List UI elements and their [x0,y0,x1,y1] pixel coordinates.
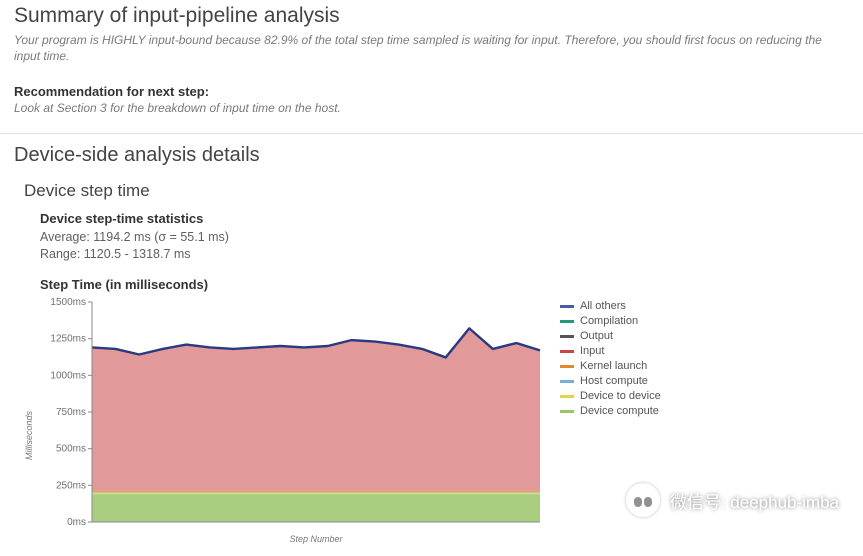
legend-swatch [560,335,574,338]
legend-label: Input [580,345,604,357]
recommendation-text: Look at Section 3 for the breakdown of i… [14,101,849,115]
summary-title: Summary of input-pipeline analysis [14,4,849,28]
legend-label: Kernel launch [580,360,647,372]
legend-swatch [560,395,574,398]
step-time-chart: 0ms250ms500ms750ms1000ms1250ms1500msStep… [36,298,546,548]
legend-item: Host compute [560,375,661,387]
legend-swatch [560,365,574,368]
chart-plot: 0ms250ms500ms750ms1000ms1250ms1500msStep… [36,298,546,548]
legend-swatch [560,410,574,413]
details-title: Device-side analysis details [14,144,849,167]
chart-row: Milliseconds 0ms 250ms 500ms 750ms 1000ms 125… [24,298,849,548]
legend-item: Kernel launch [560,360,661,372]
legend-label: Device compute [580,405,659,417]
chart-legend: All others Compilation Output Input Kernel l… [560,300,661,420]
legend-label: Output [580,330,613,342]
legend-swatch [560,350,574,353]
svg-text:750ms: 750ms [56,407,86,418]
legend-label: All others [580,300,626,312]
legend-item: Input [560,345,661,357]
svg-text:1000ms: 1000ms [50,370,86,381]
svg-text:0ms: 0ms [67,517,86,528]
recommendation-title: Recommendation for next step: [14,84,849,99]
section-divider [0,133,863,134]
legend-item: Device to device [560,390,661,402]
legend-item: Compilation [560,315,661,327]
legend-item: All others [560,300,661,312]
legend-swatch [560,380,574,383]
svg-text:250ms: 250ms [56,480,86,491]
legend-swatch [560,320,574,323]
device-step-time-heading: Device step time [24,181,849,201]
legend-label: Host compute [580,375,648,387]
legend-label: Device to device [580,390,661,402]
summary-section: Summary of input-pipeline analysis Your … [0,0,863,123]
svg-text:500ms: 500ms [56,444,86,455]
y-axis-label: Milliseconds [24,387,34,460]
details-section: Device-side analysis details Device step… [0,140,863,556]
stats-title: Device step-time statistics [40,211,849,226]
legend-label: Compilation [580,315,638,327]
stats-average: Average: 1194.2 ms (σ = 55.1 ms) [40,229,849,246]
summary-text: Your program is HIGHLY input-bound becau… [14,32,834,64]
svg-text:1500ms: 1500ms [50,298,86,308]
stats-block: Device step-time statistics Average: 119… [40,211,849,263]
svg-text:1250ms: 1250ms [50,334,86,345]
chart-title: Step Time (in milliseconds) [40,277,849,292]
legend-swatch [560,305,574,308]
legend-item: Device compute [560,405,661,417]
stats-range: Range: 1120.5 - 1318.7 ms [40,246,849,263]
legend-item: Output [560,330,661,342]
